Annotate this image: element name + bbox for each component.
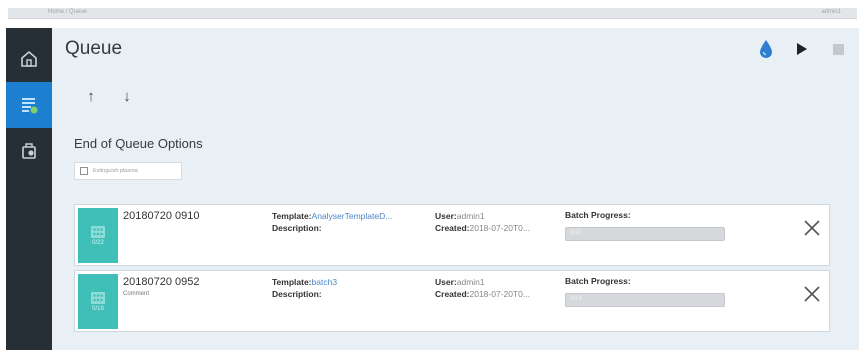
- user-label: User:: [435, 211, 457, 221]
- instrument-icon: [22, 143, 36, 159]
- batch-progress-label: Batch Progress:: [565, 276, 631, 286]
- batch-thumbnail: 0/22: [78, 208, 118, 263]
- batch-progress-text: 0/18: [570, 296, 582, 302]
- template-link[interactable]: AnalyserTemplateD...: [312, 211, 393, 221]
- plasma-button[interactable]: [755, 38, 777, 60]
- user-value: admin1: [456, 277, 485, 287]
- play-button[interactable]: [791, 38, 813, 60]
- created-label: Created:: [435, 289, 470, 299]
- template-link[interactable]: batch3: [312, 277, 338, 287]
- batch-progress-bar: 0/22: [565, 227, 725, 241]
- queue-list-icon: [22, 98, 38, 114]
- template-label: Template:: [272, 211, 312, 221]
- sidebar-item-queue[interactable]: [6, 82, 52, 128]
- queue-item[interactable]: 0/22 20180720 0910 Template:AnalyserTemp…: [74, 204, 830, 266]
- close-icon: [804, 220, 820, 236]
- sidebar-item-instrument[interactable]: [6, 128, 52, 174]
- user-menu[interactable]: admin1: [821, 9, 841, 15]
- extinguish-plasma-option[interactable]: Extinguish plasma: [74, 162, 182, 180]
- end-of-queue-title: End of Queue Options: [74, 136, 203, 151]
- stop-button[interactable]: [827, 38, 849, 60]
- water-drop-icon: [760, 40, 772, 58]
- created-label: Created:: [435, 223, 470, 233]
- created-value: 2018-07-20T0...: [469, 289, 530, 299]
- batch-name: 20180720 0952: [123, 276, 200, 288]
- template-label: Template:: [272, 277, 312, 287]
- main-content: Queue ↑ ↓ End of Queue Options Extinguis…: [52, 28, 859, 350]
- top-strip: [8, 8, 857, 19]
- batch-progress-text: 0/22: [570, 230, 582, 236]
- queue-item[interactable]: 0/18 20180720 0952 Comment Template:batc…: [74, 270, 830, 332]
- page-title: Queue: [65, 38, 123, 59]
- user-label: User:: [435, 277, 457, 287]
- remove-batch-button[interactable]: [801, 283, 823, 305]
- top-bar: Home / Queue admin1: [0, 0, 865, 28]
- play-icon: [797, 43, 807, 55]
- extinguish-plasma-label: Extinguish plasma: [93, 168, 138, 174]
- extinguish-plasma-checkbox[interactable]: [80, 167, 88, 175]
- template-column: Template:batch3 Description:: [272, 276, 337, 300]
- template-column: Template:AnalyserTemplateD... Descriptio…: [272, 210, 392, 234]
- sample-rack-icon: [91, 225, 105, 238]
- breadcrumb[interactable]: Home / Queue: [48, 9, 87, 15]
- batch-progress-label: Batch Progress:: [565, 210, 631, 220]
- header-actions: [741, 38, 849, 60]
- user-value: admin1: [456, 211, 485, 221]
- move-down-button[interactable]: ↓: [118, 86, 136, 106]
- batch-comment: Comment: [123, 291, 150, 297]
- batch-progress-bar: 0/18: [565, 293, 725, 307]
- home-icon: [21, 50, 37, 67]
- remove-batch-button[interactable]: [801, 217, 823, 239]
- close-icon: [804, 286, 820, 302]
- meta-column: User:admin1 Created:2018-07-20T0...: [435, 276, 530, 300]
- batch-name: 20180720 0910: [123, 210, 200, 222]
- stop-icon: [832, 43, 844, 55]
- move-up-button[interactable]: ↑: [82, 86, 100, 106]
- sidebar-item-home[interactable]: [6, 36, 52, 82]
- thumbnail-count: 0/18: [92, 305, 104, 312]
- description-label: Description:: [272, 223, 322, 233]
- created-value: 2018-07-20T0...: [469, 223, 530, 233]
- description-label: Description:: [272, 289, 322, 299]
- meta-column: User:admin1 Created:2018-07-20T0...: [435, 210, 530, 234]
- thumbnail-count: 0/22: [92, 239, 104, 246]
- sidebar: [6, 28, 52, 350]
- batch-thumbnail: 0/18: [78, 274, 118, 329]
- sample-rack-icon: [91, 291, 105, 304]
